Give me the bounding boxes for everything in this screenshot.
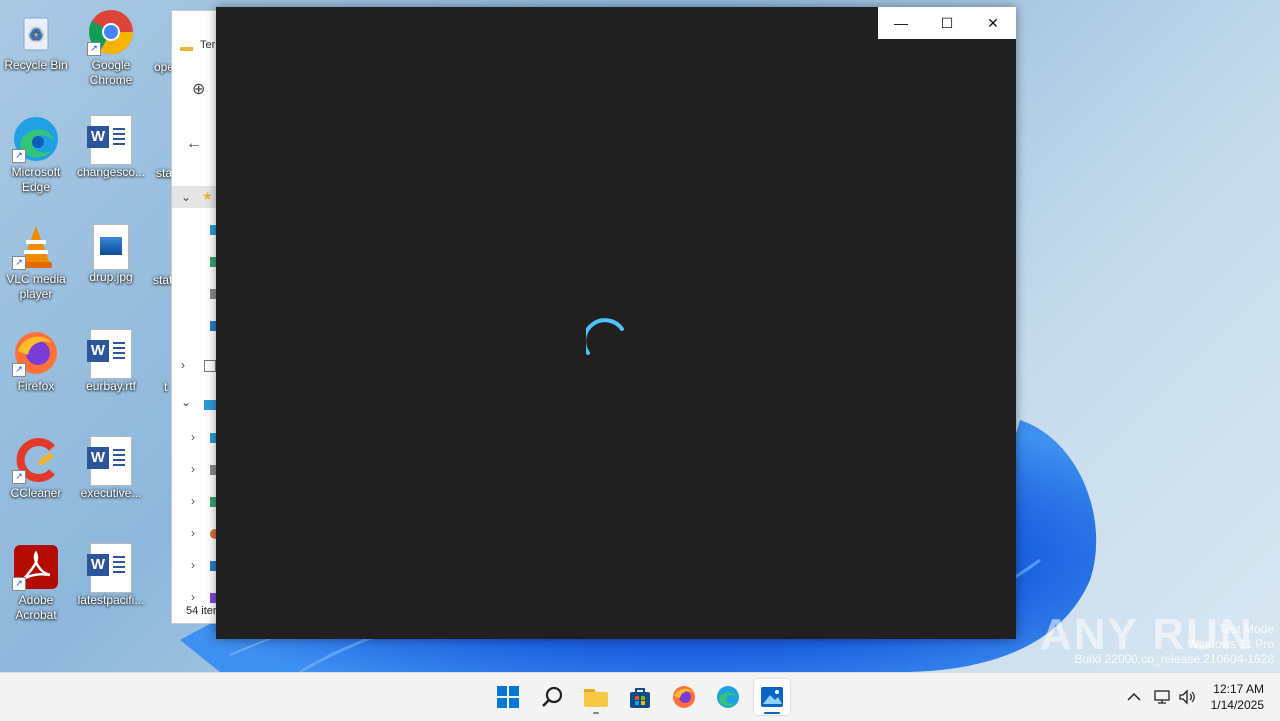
desktop-icon-executive[interactable]: W executive... bbox=[75, 436, 147, 501]
clock-date: 1/14/2025 bbox=[1210, 698, 1264, 712]
search-button[interactable] bbox=[534, 679, 570, 715]
chevron-right-icon[interactable]: › bbox=[191, 590, 195, 604]
desktop-icon-recycle-bin[interactable]: ♻ Recycle Bin bbox=[0, 8, 72, 73]
file-explorer-taskbar-button[interactable] bbox=[578, 679, 614, 715]
desktop-icon-vlc[interactable]: ↗ VLC media player bbox=[0, 222, 72, 302]
desktop-icon-label: Google Chrome bbox=[89, 58, 133, 87]
store-bag-icon bbox=[630, 688, 650, 708]
desktop-icon-label: latestpacifi... bbox=[77, 593, 145, 607]
ccleaner-icon: ↗ bbox=[12, 436, 60, 484]
folder-icon: ▬ bbox=[180, 39, 193, 54]
taskbar: 12:17 AM 1/14/2025 bbox=[0, 672, 1280, 721]
chevron-down-icon: ⌄ bbox=[181, 190, 192, 204]
desktop-icon-label: Recycle Bin bbox=[4, 58, 68, 72]
network-icon[interactable] bbox=[1150, 673, 1174, 721]
shortcut-arrow-icon: ↗ bbox=[12, 470, 26, 484]
desktop-icon-label: CCleaner bbox=[10, 486, 62, 500]
minimize-button[interactable]: — bbox=[878, 7, 924, 39]
store-taskbar-button[interactable] bbox=[622, 679, 658, 715]
os-edition-label: Windows 11 Pro bbox=[1187, 637, 1274, 651]
chevron-right-icon[interactable]: › bbox=[191, 558, 195, 572]
recycle-bin-icon: ♻ bbox=[12, 8, 60, 56]
window-caption-buttons: — ☐ ✕ bbox=[878, 7, 1016, 39]
chevron-down-icon[interactable]: ⌄ bbox=[181, 395, 191, 409]
desktop-icon-label: Adobe Acrobat bbox=[15, 593, 57, 622]
chevron-right-icon[interactable]: › bbox=[181, 358, 185, 372]
firefox-icon: ↗ bbox=[12, 329, 60, 377]
desktop-icon-label: t bbox=[164, 380, 168, 394]
shortcut-arrow-icon: ↗ bbox=[12, 256, 26, 270]
page-icon bbox=[204, 360, 216, 372]
file-icon bbox=[150, 8, 170, 56]
desktop-icon-label: drup.jpg bbox=[89, 270, 133, 284]
desktop-icon-ccleaner[interactable]: ↗ CCleaner bbox=[0, 436, 72, 501]
start-button[interactable] bbox=[490, 679, 526, 715]
photos-icon bbox=[761, 687, 783, 707]
word-document-icon: W bbox=[87, 115, 132, 165]
desktop-icon-label: Firefox bbox=[17, 379, 55, 393]
clock-time: 12:17 AM bbox=[1213, 682, 1264, 696]
folder-icon bbox=[584, 689, 608, 707]
edge-icon bbox=[717, 686, 739, 708]
desktop-icon-latestpacifi[interactable]: W latestpacifi... bbox=[75, 543, 147, 608]
desktop-icon-firefox[interactable]: ↗ Firefox bbox=[0, 329, 72, 394]
desktop-icon-label: sta bbox=[156, 166, 173, 180]
desktop-icon-label: eurbay.rtf bbox=[86, 379, 136, 393]
back-arrow-icon[interactable]: ← bbox=[186, 135, 202, 153]
desktop-icon-label: executive... bbox=[80, 486, 142, 500]
word-document-icon: W bbox=[87, 329, 132, 379]
explorer-tab-label[interactable]: Ter bbox=[200, 39, 215, 51]
build-label: Build 22000.co_release.210604-1628 bbox=[1074, 652, 1275, 666]
desktop-icon-changesco[interactable]: W changesco... bbox=[75, 115, 147, 180]
chrome-icon: ↗ bbox=[87, 8, 135, 56]
star-icon: ★ bbox=[202, 189, 213, 203]
volume-icon[interactable] bbox=[1176, 673, 1198, 721]
taskbar-clock[interactable]: 12:17 AM 1/14/2025 bbox=[1211, 681, 1264, 713]
new-plus-icon[interactable]: ⊕ bbox=[192, 79, 205, 99]
firefox-taskbar-button[interactable] bbox=[666, 679, 702, 715]
photos-taskbar-button[interactable] bbox=[754, 679, 790, 715]
edge-taskbar-button[interactable] bbox=[710, 679, 746, 715]
desktop-icon-microsoft-edge[interactable]: ↗ Microsoft Edge bbox=[0, 115, 72, 195]
acrobat-icon: ↗ bbox=[12, 543, 60, 591]
close-button[interactable]: ✕ bbox=[970, 7, 1016, 39]
maximize-button[interactable]: ☐ bbox=[924, 7, 970, 39]
word-document-icon: W bbox=[87, 436, 132, 486]
edge-icon: ↗ bbox=[12, 115, 60, 163]
desktop-icon-adobe-acrobat[interactable]: ↗ Adobe Acrobat bbox=[0, 543, 72, 623]
loading-spinner-icon bbox=[586, 318, 624, 355]
svg-text:♻: ♻ bbox=[29, 27, 43, 44]
word-document-icon: W bbox=[87, 543, 132, 593]
windows-logo-icon bbox=[497, 686, 519, 708]
search-icon bbox=[542, 686, 563, 707]
chevron-right-icon[interactable]: › bbox=[191, 494, 195, 508]
desktop-icon-label: stat bbox=[153, 273, 173, 287]
item-count-status: 54 iter bbox=[186, 605, 217, 617]
shortcut-arrow-icon: ↗ bbox=[12, 577, 26, 591]
tray-overflow-chevron-icon[interactable] bbox=[1124, 673, 1144, 721]
firefox-icon bbox=[673, 686, 695, 708]
test-mode-label: Test Mode bbox=[1218, 622, 1274, 636]
photos-app-window[interactable]: — ☐ ✕ bbox=[216, 7, 1016, 639]
chevron-right-icon[interactable]: › bbox=[191, 430, 195, 444]
shortcut-arrow-icon: ↗ bbox=[87, 42, 101, 56]
desktop-icon-eurbay[interactable]: W eurbay.rtf bbox=[75, 329, 147, 394]
chevron-right-icon[interactable]: › bbox=[191, 462, 195, 476]
desktop-icon-drup-jpg[interactable]: drup.jpg bbox=[75, 222, 147, 285]
shortcut-arrow-icon: ↗ bbox=[12, 363, 26, 377]
os-watermark: Test Mode Windows 11 Pro Build 22000.co_… bbox=[1075, 622, 1275, 667]
desktop-icon-google-chrome[interactable]: ↗ Google Chrome bbox=[75, 8, 147, 88]
vlc-cone-icon: ↗ bbox=[12, 222, 60, 270]
desktop-icon-label: VLC media player bbox=[6, 272, 66, 301]
chevron-right-icon[interactable]: › bbox=[191, 526, 195, 540]
desktop-icon-label: Microsoft Edge bbox=[11, 165, 61, 194]
image-file-icon bbox=[93, 224, 129, 270]
desktop-icon-label: changesco... bbox=[76, 165, 146, 179]
shortcut-arrow-icon: ↗ bbox=[12, 149, 26, 163]
